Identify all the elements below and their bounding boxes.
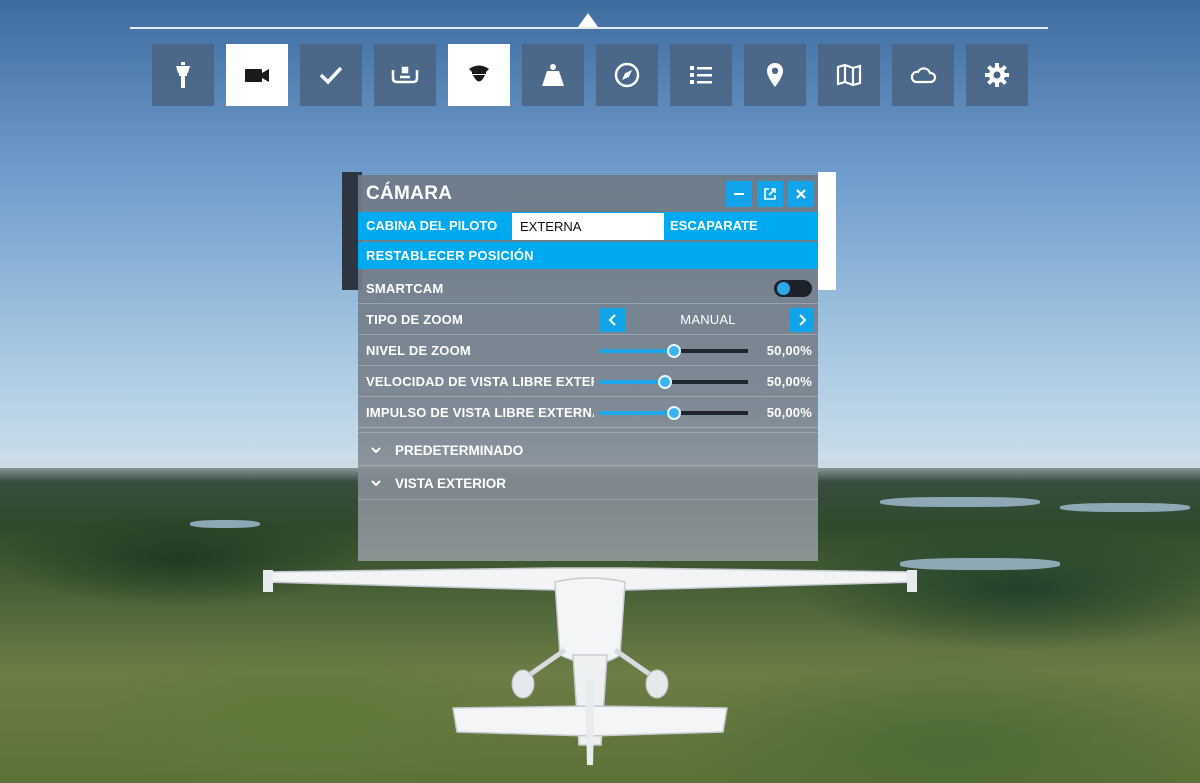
setting-row-free-view-speed: VELOCIDAD DE VISTA LIBRE EXTERNA 50,00% bbox=[358, 366, 818, 397]
chevron-down-icon bbox=[371, 447, 381, 454]
toggle-knob bbox=[777, 282, 790, 295]
list-icon bbox=[690, 66, 712, 84]
settings-list: SMARTCAM TIPO DE ZOOM MANUAL NIVEL DE ZO… bbox=[358, 273, 818, 428]
free-view-impulse-slider[interactable] bbox=[600, 406, 748, 420]
free-view-impulse-value: 50,00% bbox=[766, 405, 812, 420]
tab-cabina-del-piloto[interactable]: CABINA DEL PILOTO bbox=[358, 212, 512, 240]
reset-position-button[interactable]: RESTABLECER POSICIÓN bbox=[358, 242, 818, 269]
zoom-level-value: 50,00% bbox=[766, 343, 812, 358]
slider-thumb[interactable] bbox=[667, 344, 681, 358]
map-pin-icon bbox=[767, 63, 783, 87]
yoke-icon bbox=[391, 66, 419, 84]
list-button[interactable] bbox=[670, 44, 732, 106]
weather-button[interactable] bbox=[892, 44, 954, 106]
compass-icon bbox=[614, 62, 640, 88]
slider-fill bbox=[600, 380, 666, 384]
gear-icon bbox=[985, 63, 1009, 87]
setting-row-zoom-type: TIPO DE ZOOM MANUAL bbox=[358, 304, 818, 335]
top-toolbar bbox=[152, 44, 1028, 106]
section-predeterminado[interactable]: PREDETERMINADO bbox=[358, 432, 818, 466]
camera-button[interactable] bbox=[226, 44, 288, 106]
slider-thumb[interactable] bbox=[658, 375, 673, 389]
map-button[interactable] bbox=[818, 44, 880, 106]
cloud-icon bbox=[910, 67, 937, 84]
zoom-type-prev-button[interactable] bbox=[600, 308, 625, 332]
settings-button[interactable] bbox=[966, 44, 1028, 106]
camera-icon bbox=[245, 69, 269, 82]
slider-thumb[interactable] bbox=[667, 406, 681, 420]
zoom-level-slider[interactable] bbox=[600, 344, 748, 358]
zoom-type-value: MANUAL bbox=[680, 312, 736, 327]
lake bbox=[1060, 503, 1190, 512]
pilot-icon bbox=[469, 65, 489, 82]
minimize-button[interactable] bbox=[726, 181, 752, 207]
popout-icon bbox=[764, 188, 776, 200]
free-view-speed-value: 50,00% bbox=[766, 374, 812, 389]
map-icon bbox=[836, 63, 862, 87]
setting-row-smartcam: SMARTCAM bbox=[358, 273, 818, 304]
pilot-button[interactable] bbox=[448, 44, 510, 106]
setting-label: IMPULSO DE VISTA LIBRE EXTERNA bbox=[366, 405, 594, 420]
setting-label: SMARTCAM bbox=[366, 281, 444, 296]
airplane bbox=[263, 567, 917, 765]
setting-row-free-view-impulse: IMPULSO DE VISTA LIBRE EXTERNA 50,00% bbox=[358, 397, 818, 428]
lake bbox=[880, 497, 1040, 507]
setting-label: NIVEL DE ZOOM bbox=[366, 343, 471, 358]
tower-icon bbox=[176, 62, 190, 88]
weight-button[interactable] bbox=[522, 44, 584, 106]
waypoint-button[interactable] bbox=[744, 44, 806, 106]
tower-button[interactable] bbox=[152, 44, 214, 106]
panel-title: CÁMARA bbox=[366, 183, 453, 204]
minimize-icon bbox=[734, 193, 744, 195]
setting-row-zoom-level: NIVEL DE ZOOM 50,00% bbox=[358, 335, 818, 366]
controls-button[interactable] bbox=[374, 44, 436, 106]
section-vista-exterior[interactable]: VISTA EXTERIOR bbox=[358, 466, 818, 500]
weight-icon bbox=[542, 64, 564, 86]
free-view-speed-slider[interactable] bbox=[600, 375, 748, 389]
popout-button[interactable] bbox=[757, 181, 783, 207]
panel-header: CÁMARA bbox=[358, 175, 818, 212]
section-label: PREDETERMINADO bbox=[395, 443, 524, 458]
camera-panel: CÁMARA CABINA DEL PILOTO EXTERNA ESCAPAR… bbox=[358, 175, 818, 561]
smartcam-toggle[interactable] bbox=[774, 280, 812, 297]
camera-tabs: CABINA DEL PILOTO EXTERNA ESCAPARATE bbox=[358, 212, 818, 240]
slider-fill bbox=[600, 411, 674, 415]
chevron-left-icon bbox=[608, 314, 616, 326]
checklist-button[interactable] bbox=[300, 44, 362, 106]
toolbar-caret-icon bbox=[578, 13, 598, 27]
tab-escaparate[interactable]: ESCAPARATE bbox=[664, 212, 818, 240]
section-label: VISTA EXTERIOR bbox=[395, 476, 507, 491]
chevron-down-icon bbox=[371, 480, 381, 487]
chevron-right-icon bbox=[798, 314, 806, 326]
setting-label: VELOCIDAD DE VISTA LIBRE EXTERNA bbox=[366, 374, 594, 389]
close-button[interactable] bbox=[788, 181, 814, 207]
toolbar-divider bbox=[130, 27, 1048, 29]
navigation-button[interactable] bbox=[596, 44, 658, 106]
close-icon bbox=[796, 189, 806, 199]
lake bbox=[190, 520, 260, 528]
checkmark-icon bbox=[319, 66, 343, 85]
slider-fill bbox=[600, 349, 674, 353]
zoom-type-next-button[interactable] bbox=[789, 308, 814, 332]
setting-label: TIPO DE ZOOM bbox=[366, 312, 464, 327]
panel-header-buttons bbox=[726, 181, 814, 207]
tab-externa[interactable]: EXTERNA bbox=[512, 212, 664, 240]
background-panel-edge bbox=[818, 172, 836, 290]
